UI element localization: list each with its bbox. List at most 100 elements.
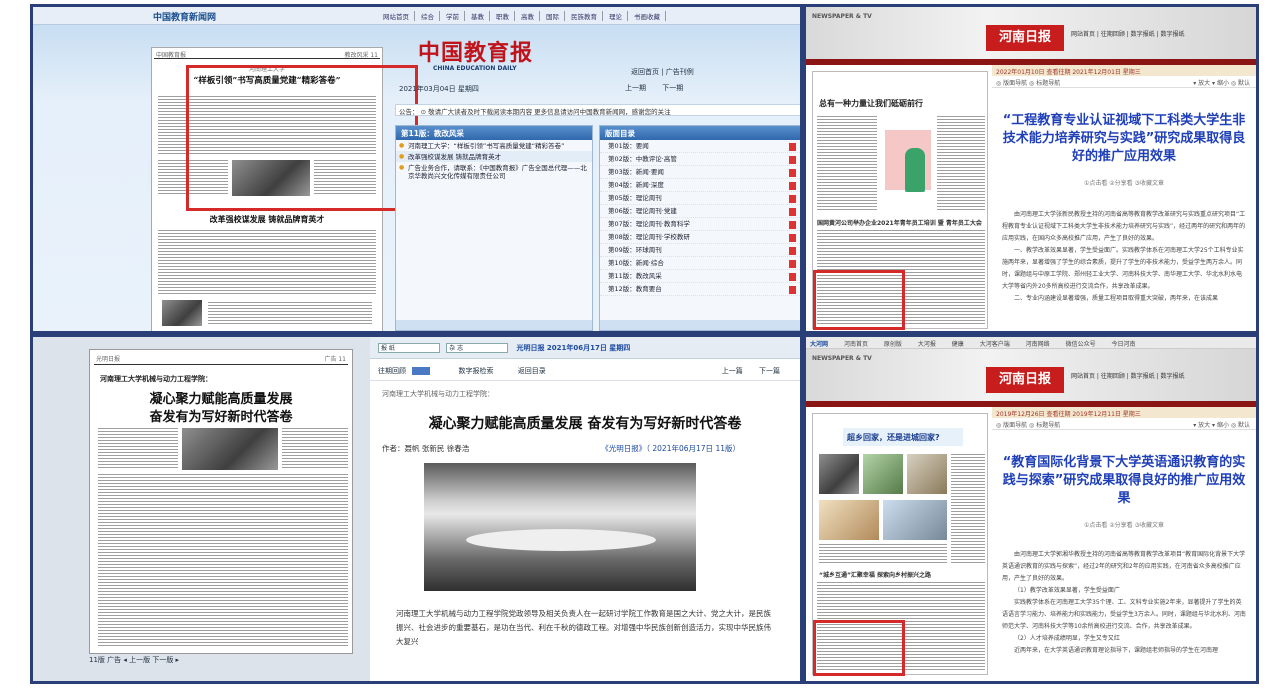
nav-tools[interactable]: ◎ 版面导航 ◎ 标题导航 — [996, 422, 1060, 429]
nav-item[interactable]: 民族教育 — [571, 11, 603, 21]
panel-henan-daily-2: 大河网 河南首页 原创版 大河报 健康 大河客户端 河南网络 微信公众号 今日河… — [803, 334, 1259, 684]
nav-item[interactable]: 大河客户端 — [980, 341, 1010, 348]
newspaper-select[interactable]: 报 纸 — [378, 343, 440, 353]
top-nav-bar: 中国教育新闻网 网站首页 综合 学前 基教 职教 高教 国际 民族教育 理论 书… — [33, 7, 800, 25]
pdf-icon[interactable] — [789, 208, 796, 216]
nav-item[interactable]: 理论 — [609, 11, 628, 21]
article-columns — [819, 544, 947, 564]
nav-item[interactable]: 网站首页 — [383, 11, 415, 21]
article-link[interactable]: 改革强校谋发展 铸就品牌育英才 — [396, 151, 592, 162]
nav-item[interactable]: 高教 — [521, 11, 540, 21]
newspaper-page-thumbnail[interactable]: 总有一种力量让我们砥砺前行 国网黄河公司举办企业2021年青年员工培训 暨 青年… — [812, 71, 988, 330]
layout-item[interactable]: 第02版：中教评论·高管 — [600, 153, 800, 166]
pdf-icon[interactable] — [789, 247, 796, 255]
article-columns — [937, 116, 985, 212]
henan-page: NEWSPAPER & TV 河南日报 网站首页 | 往期回顾 | 数字报纸 |… — [806, 349, 1256, 681]
article-title: “教育国际化背景下大学英语通识教育的实践与探索”研究成果取得良好的推广应用效果 — [1002, 455, 1246, 506]
henan-daily-logo[interactable]: 河南日报 — [986, 25, 1064, 51]
banner-links[interactable]: 网站首页 | 往期回顾 | 数字报纸 | 数字报纸 — [1071, 371, 1185, 380]
article-paragraph: （2）人才培养成绩明显，学生又专又红 — [1014, 635, 1120, 642]
pdf-icon[interactable] — [789, 182, 796, 190]
paper-headline-1: 凝心聚力赋能高质量发展 — [149, 392, 293, 407]
article-columns — [158, 230, 376, 296]
nav-tools[interactable]: ◎ 版面导航 ◎ 标题导航 — [996, 80, 1060, 87]
nav-item[interactable]: 河南网络 — [1026, 341, 1050, 348]
layout-item[interactable]: 第05版：理论周刊 — [600, 192, 800, 205]
article-link[interactable]: 河南理工大学：“样板引领”书写高质量党建“精彩答卷” — [396, 140, 592, 151]
prev-issue-link[interactable]: 上一期 — [625, 84, 646, 92]
nav-item[interactable]: 国际 — [546, 11, 565, 21]
site-logo[interactable]: 中国教育新闻网 — [153, 10, 216, 23]
article-toolbar: ◎ 版面导航 ◎ 标题导航 ▾ 放大 ▾ 缩小 ◎ 默认 — [992, 76, 1256, 88]
author: 作者：聂帆 张新民 徐春浩 — [382, 444, 470, 453]
pdf-icon[interactable] — [789, 260, 796, 268]
portal-tag[interactable]: 大河网 — [810, 341, 828, 348]
nav-item[interactable]: 书画收藏 — [634, 11, 666, 21]
banner-links[interactable]: 网站首页 | 往期回顾 | 数字报纸 | 数字报纸 — [1071, 29, 1185, 38]
article-meta[interactable]: ①点击看 ②分享看 ③收藏文章 — [992, 178, 1256, 187]
nav-item[interactable]: 原创版 — [884, 341, 902, 348]
pdf-icon[interactable] — [789, 156, 796, 164]
newspaper-page-thumbnail[interactable]: 中国教育报 教改风采 11 河南理工大学 “样板引领”书写高质量党建“精彩答卷”… — [151, 47, 418, 331]
henan-banner: NEWSPAPER & TV 河南日报 网站首页 | 往期回顾 | 数字报纸 |… — [806, 349, 1256, 401]
pdf-icon[interactable] — [789, 221, 796, 229]
layout-item[interactable]: 第11版：教改风采 — [600, 270, 800, 283]
nav-item[interactable]: 大河报 — [918, 341, 936, 348]
scroll-down-arrow[interactable] — [396, 320, 592, 330]
layout-item[interactable]: 第07版：理论周刊·教育科学 — [600, 218, 800, 231]
next-issue-link[interactable]: 下一期 — [662, 84, 683, 92]
layout-item[interactable]: 第06版：理论周刊·党建 — [600, 205, 800, 218]
newspaper-page-thumbnail[interactable]: 超乡回家，还是进城回家? “城乡互通”汇聚幸福 探索向乡村振兴之路 — [812, 413, 988, 676]
masthead-logo[interactable]: 中国教育报 — [418, 35, 533, 67]
article-link[interactable]: 广告业务合作，请联系：《中国教育报》广告全国总代理——北京华教尚兴文化传媒有限责… — [396, 162, 592, 181]
layout-item[interactable]: 第04版：新闻·深度 — [600, 179, 800, 192]
henan-daily-logo[interactable]: 河南日报 — [986, 367, 1064, 393]
top-links[interactable]: 返回首页 | 广告刊例 — [631, 67, 694, 77]
ad-text — [208, 302, 372, 324]
nav-item[interactable]: 学前 — [446, 11, 465, 21]
scroll-down-arrow[interactable] — [600, 320, 800, 330]
layout-item[interactable]: 第03版：新闻·要闻 — [600, 166, 800, 179]
nav-item[interactable]: 微信公众号 — [1066, 341, 1096, 348]
photo-area — [370, 457, 800, 595]
pdf-icon[interactable] — [789, 234, 796, 242]
nav-item[interactable]: 综合 — [421, 11, 440, 21]
page-viewer: 光明日报 广告 11 河南理工大学机械与动力工程学院： 凝心聚力赋能高质量发展 … — [33, 337, 370, 681]
page-headline: 总有一种力量让我们砥砺前行 — [819, 99, 923, 108]
nav-item[interactable]: 职教 — [496, 11, 515, 21]
layout-title: 版面目录 — [600, 126, 800, 140]
archive-link[interactable]: 往期回顾 — [378, 367, 406, 375]
pdf-icon[interactable] — [789, 273, 796, 281]
nav-item[interactable]: 今日河南 — [1112, 341, 1136, 348]
newspaper-page-thumbnail[interactable]: 光明日报 广告 11 河南理工大学机械与动力工程学院： 凝心聚力赋能高质量发展 … — [89, 349, 353, 654]
layout-item[interactable]: 第09版：环球周刊 — [600, 244, 800, 257]
banner-label: NEWSPAPER & TV — [812, 355, 872, 362]
portal-nav: 大河网 河南首页 原创版 大河报 健康 大河客户端 河南网络 微信公众号 今日河… — [806, 337, 1256, 349]
pdf-icon[interactable] — [789, 143, 796, 151]
banner-label: NEWSPAPER & TV — [812, 13, 872, 20]
photo — [819, 454, 859, 494]
layout-item[interactable]: 第10版：新闻·综合 — [600, 257, 800, 270]
page-nav-footer[interactable]: 11版 广告 ◂ 上一版 下一版 ▸ — [89, 655, 179, 665]
header-bar: 报 纸 杂 志 光明日报 2021年06月17日 星期四 — [370, 337, 800, 359]
article-meta[interactable]: ①点击看 ②分享看 ③收藏文章 — [992, 520, 1256, 529]
search-link[interactable]: 数字报检索 — [458, 367, 493, 375]
next-article-link[interactable]: 下一篇 — [759, 367, 780, 375]
layout-item[interactable]: 第01版：要闻 — [600, 140, 800, 153]
pdf-icon[interactable] — [789, 169, 796, 177]
pdf-icon[interactable] — [789, 195, 796, 203]
pdf-icon[interactable] — [789, 286, 796, 294]
nav-item[interactable]: 健康 — [952, 341, 964, 348]
zoom-tools[interactable]: ▾ 放大 ▾ 缩小 ◎ 默认 — [1193, 420, 1250, 429]
nav-item[interactable]: 基教 — [471, 11, 490, 21]
issue-pager: 上一期 下一期 — [625, 83, 683, 93]
zoom-tools[interactable]: ▾ 放大 ▾ 缩小 ◎ 默认 — [1193, 78, 1250, 87]
article-headline: 凝心聚力赋能高质量发展 奋发有为写好新时代答卷 — [428, 416, 742, 432]
layout-item[interactable]: 第08版：理论周刊·学校教研 — [600, 231, 800, 244]
back-to-contents-link[interactable]: 返回目录 — [518, 367, 546, 375]
layout-item[interactable]: 第12版：教育要台 — [600, 283, 800, 296]
prev-article-link[interactable]: 上一篇 — [722, 367, 743, 375]
nav-item[interactable]: 河南首页 — [844, 341, 868, 348]
magazine-select[interactable]: 杂 志 — [446, 343, 509, 353]
calendar-icon[interactable] — [412, 367, 431, 375]
